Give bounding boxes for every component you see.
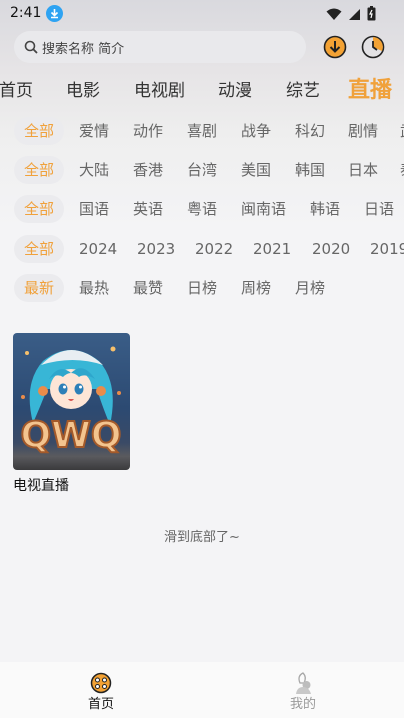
tab-home[interactable]: 首页	[0, 76, 33, 101]
filter-chip[interactable]: 韩语	[310, 195, 340, 223]
filter-row-genre: 全部 爱情 动作 喜剧 战争 科幻 剧情 武	[0, 117, 404, 145]
download-button[interactable]	[322, 34, 348, 60]
video-title: 电视直播	[13, 478, 69, 494]
filter-chip[interactable]: 剧情	[348, 117, 378, 145]
search-placeholder: 搜索名称 简介	[42, 42, 125, 57]
search-input[interactable]: 搜索名称 简介	[14, 31, 306, 63]
search-icon	[24, 39, 38, 58]
filter-chip[interactable]: 2020	[312, 235, 350, 263]
filter-chip[interactable]: 大陆	[79, 156, 109, 184]
wifi-icon	[326, 6, 342, 25]
filter-chip[interactable]: 最新	[14, 274, 65, 302]
poster-logo: QWQ	[20, 414, 123, 457]
video-card[interactable]: QWQ 电视直播	[13, 333, 130, 495]
filter-row-region: 全部 大陆 香港 台湾 美国 韩国 日本 泰	[0, 156, 404, 184]
filter-row-year: 全部 2024 2023 2022 2021 2020 2019	[0, 235, 404, 263]
tab-variety[interactable]: 综艺	[286, 76, 320, 101]
filter-chip[interactable]: 动作	[133, 117, 163, 145]
filter-chip[interactable]: 武	[400, 117, 404, 145]
battery-icon	[367, 6, 376, 25]
filter-chip[interactable]: 泰	[400, 156, 404, 184]
status-time: 2:41	[10, 5, 42, 21]
filter-chip[interactable]: 2019	[370, 235, 404, 263]
tab-movies[interactable]: 电影	[66, 76, 100, 101]
history-button[interactable]	[360, 34, 386, 60]
app-screen: 2:41 搜索名称 简介 首页 电影 电视剧 动漫 综艺 直播 全部 爱情 动作…	[0, 0, 404, 718]
signal-icon	[348, 6, 361, 25]
filter-chip[interactable]: 全部	[14, 117, 65, 145]
filter-chip[interactable]: 美国	[241, 156, 271, 184]
filter-chip[interactable]: 日本	[348, 156, 378, 184]
bottom-nav-mine[interactable]: 我的	[202, 662, 404, 718]
filter-chip[interactable]: 战争	[241, 117, 271, 145]
filter-chip[interactable]: 国语	[79, 195, 109, 223]
category-tabs: 首页 电影 电视剧 动漫 综艺 直播	[0, 72, 404, 104]
tab-tv-series[interactable]: 电视剧	[134, 76, 185, 101]
bottom-nav-home-label: 首页	[87, 697, 114, 712]
filter-chip[interactable]: 全部	[14, 156, 65, 184]
bottom-nav: 首页 我的	[0, 662, 404, 718]
filter-chip[interactable]: 香港	[133, 156, 163, 184]
filter-chip[interactable]: 2023	[137, 235, 175, 263]
filter-chip[interactable]: 最热	[79, 274, 109, 302]
filter-chip[interactable]: 科幻	[295, 117, 325, 145]
filter-chip[interactable]: 2022	[195, 235, 233, 263]
bottom-nav-mine-label: 我的	[289, 697, 316, 712]
filter-chip[interactable]: 日榜	[187, 274, 217, 302]
svg-text:QWQ: QWQ	[21, 415, 122, 456]
download-notification-icon	[46, 5, 63, 22]
filter-chip[interactable]: 最赞	[133, 274, 163, 302]
list-end-text: 滑到底部了~	[164, 530, 240, 545]
tab-live[interactable]: 直播	[348, 72, 392, 104]
filter-chip[interactable]: 台湾	[187, 156, 217, 184]
filter-row-sort: 最新 最热 最赞 日榜 周榜 月榜	[0, 274, 404, 302]
filter-chip[interactable]: 全部	[14, 195, 65, 223]
filter-chip[interactable]: 英语	[133, 195, 163, 223]
tab-anime[interactable]: 动漫	[218, 76, 252, 101]
filter-chip[interactable]: 全部	[14, 235, 65, 263]
status-bar: 2:41	[0, 0, 404, 28]
filter-chip[interactable]: 2021	[253, 235, 291, 263]
filter-chip[interactable]: 闽南语	[241, 195, 286, 223]
filter-chip[interactable]: 周榜	[241, 274, 271, 302]
filter-chip[interactable]: 粤语	[187, 195, 217, 223]
filter-chip[interactable]: 喜剧	[187, 117, 217, 145]
filter-chip[interactable]: 日语	[364, 195, 394, 223]
filter-chip[interactable]: 韩国	[295, 156, 325, 184]
video-poster: QWQ	[13, 333, 130, 470]
bottom-nav-home[interactable]: 首页	[0, 662, 202, 718]
filter-chip[interactable]: 爱情	[79, 117, 109, 145]
filter-row-language: 全部 国语 英语 粤语 闽南语 韩语 日语 其	[0, 195, 404, 223]
filter-chip[interactable]: 月榜	[295, 274, 325, 302]
filter-chip[interactable]: 2024	[79, 235, 117, 263]
